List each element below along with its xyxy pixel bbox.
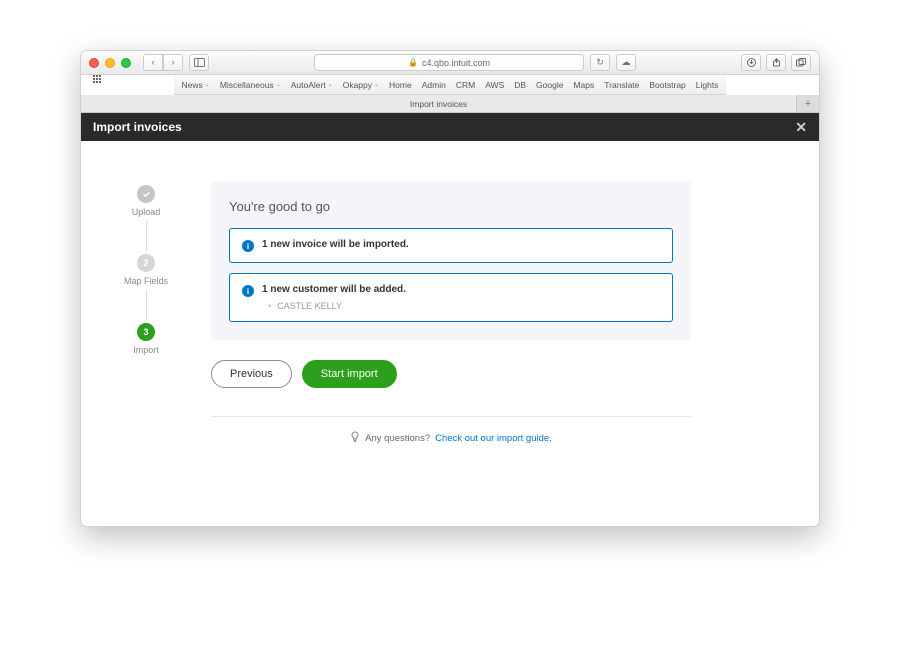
- share-button[interactable]: [766, 54, 786, 71]
- page-body: Upload 2 Map Fields 3 Import You're good…: [81, 141, 819, 526]
- panel-title: You're good to go: [229, 199, 673, 214]
- close-icon[interactable]: ✕: [795, 119, 807, 136]
- tabs-button[interactable]: [791, 54, 811, 71]
- lightbulb-icon: [350, 431, 360, 446]
- bookmark-item[interactable]: Google: [536, 80, 563, 90]
- info-customers: i 1 new customer will be added. CASTLE K…: [229, 273, 673, 322]
- toolbar-right: [741, 54, 811, 71]
- downloads-button[interactable]: [741, 54, 761, 71]
- wizard-actions: Previous Start import: [211, 360, 691, 388]
- main-content: You're good to go i 1 new invoice will b…: [211, 181, 691, 446]
- previous-button[interactable]: Previous: [211, 360, 292, 388]
- page-header: Import invoices ✕: [81, 113, 819, 141]
- info-invoices: i 1 new invoice will be imported.: [229, 228, 673, 263]
- wizard-stepper: Upload 2 Map Fields 3 Import: [111, 181, 181, 446]
- bookmark-item[interactable]: Home: [389, 80, 412, 90]
- new-tab-button[interactable]: +: [797, 95, 819, 112]
- bookmark-item[interactable]: Okappy⌄: [343, 80, 379, 90]
- share-icon: [772, 58, 781, 67]
- bookmarks-grid-icon[interactable]: [93, 75, 102, 84]
- check-icon: [142, 190, 151, 199]
- step-map-label: Map Fields: [124, 276, 168, 287]
- browser-toolbar: ‹ › 🔒 c4.qbo.intuit.com ↻ ☁︎: [81, 51, 819, 75]
- bookmark-item[interactable]: Lights: [696, 80, 719, 90]
- start-import-button[interactable]: Start import: [302, 360, 397, 388]
- info-invoices-text: 1 new invoice will be imported.: [262, 239, 409, 250]
- window-minimize-button[interactable]: [105, 58, 115, 68]
- cloud-tabs-button[interactable]: ☁︎: [616, 54, 636, 71]
- bookmark-item[interactable]: Maps: [573, 80, 594, 90]
- list-item: CASTLE KELLY: [268, 301, 660, 311]
- reload-button[interactable]: ↻: [590, 54, 610, 71]
- step-connector: [146, 290, 147, 320]
- step-map-circle: 2: [137, 254, 155, 272]
- bookmark-item[interactable]: AutoAlert⌄: [291, 80, 333, 90]
- divider: [211, 416, 691, 417]
- bookmark-item[interactable]: Miscellaneous⌄: [220, 80, 281, 90]
- chevron-down-icon: ⌄: [205, 81, 210, 88]
- bookmark-item[interactable]: AWS: [485, 80, 504, 90]
- tab-title: Import invoices: [410, 99, 467, 109]
- import-guide-link[interactable]: Check out our import guide.: [435, 433, 552, 444]
- bookmarks-bar: News⌄ Miscellaneous⌄ AutoAlert⌄ Okappy⌄ Home…: [174, 75, 727, 95]
- step-upload-circle: [137, 185, 155, 203]
- chevron-down-icon: ⌄: [374, 81, 379, 88]
- nav-back-button[interactable]: ‹: [143, 54, 163, 71]
- browser-tab[interactable]: Import invoices: [81, 95, 797, 112]
- lock-icon: 🔒: [408, 58, 418, 67]
- nav-arrows: ‹ ›: [143, 54, 183, 71]
- info-customers-text: 1 new customer will be added.: [262, 284, 406, 295]
- step-import: 3 Import: [133, 323, 159, 356]
- tab-strip: Import invoices +: [81, 95, 819, 113]
- window-close-button[interactable]: [89, 58, 99, 68]
- summary-panel: You're good to go i 1 new invoice will b…: [211, 181, 691, 340]
- page-title: Import invoices: [93, 120, 182, 134]
- bookmark-item[interactable]: Bootstrap: [649, 80, 685, 90]
- chevron-down-icon: ⌄: [328, 81, 333, 88]
- step-import-circle: 3: [137, 323, 155, 341]
- download-icon: [747, 58, 756, 67]
- step-map-fields: 2 Map Fields: [124, 254, 168, 287]
- help-row: Any questions? Check out our import guid…: [211, 431, 691, 446]
- step-upload: Upload: [132, 185, 161, 218]
- sidebar-toggle-button[interactable]: [189, 54, 209, 71]
- help-question: Any questions?: [365, 433, 430, 444]
- bookmark-item[interactable]: CRM: [456, 80, 475, 90]
- new-customers-list: CASTLE KELLY: [262, 301, 660, 311]
- step-import-label: Import: [133, 345, 159, 356]
- step-connector: [146, 221, 147, 251]
- bookmark-item[interactable]: Translate: [604, 80, 639, 90]
- bookmark-item[interactable]: Admin: [422, 80, 446, 90]
- address-bar[interactable]: 🔒 c4.qbo.intuit.com: [314, 54, 584, 71]
- url-text: c4.qbo.intuit.com: [422, 58, 490, 68]
- browser-window: ‹ › 🔒 c4.qbo.intuit.com ↻ ☁︎: [80, 50, 820, 527]
- info-icon: i: [242, 285, 254, 297]
- tabs-icon: [796, 58, 806, 67]
- bookmark-item[interactable]: News⌄: [182, 80, 210, 90]
- info-icon: i: [242, 240, 254, 252]
- window-controls: [89, 58, 131, 68]
- bookmark-item[interactable]: DB: [514, 80, 526, 90]
- window-zoom-button[interactable]: [121, 58, 131, 68]
- chevron-down-icon: ⌄: [276, 81, 281, 88]
- nav-forward-button[interactable]: ›: [163, 54, 183, 71]
- step-upload-label: Upload: [132, 207, 161, 218]
- sidebar-icon: [194, 58, 205, 67]
